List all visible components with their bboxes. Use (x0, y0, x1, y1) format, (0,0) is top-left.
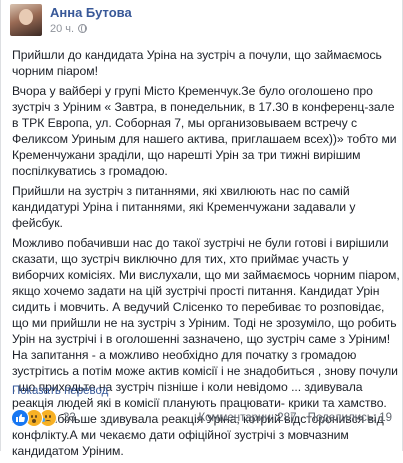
author-name[interactable]: Анна Бутова (50, 5, 132, 21)
avatar[interactable] (10, 4, 42, 36)
shares-count[interactable]: Поделились: 19 (308, 412, 392, 424)
post-paragraph: Вчора у вайбері у групі Місто Кременчук.… (12, 84, 397, 178)
globe-icon (78, 24, 88, 33)
see-translation-link[interactable]: Показать перевод (12, 385, 108, 397)
post-meta: Анна Бутова 20 ч. (50, 5, 132, 36)
post-paragraph: Прийшли на зустріч з питаннями, які хвил… (12, 184, 356, 230)
post-footer: 33 Комментарии: 287 Поделились: 19 (1, 401, 402, 427)
reactions[interactable]: 33 (11, 409, 76, 427)
post-card: Анна Бутова 20 ч. Прийшли до кандидата У… (0, 0, 403, 458)
post-timestamp[interactable]: 20 ч. (50, 22, 74, 36)
timestamp-row: 20 ч. (50, 22, 132, 36)
post-paragraph: Прийшли до кандидата Уріна на зустріч а … (12, 48, 382, 78)
reaction-count[interactable]: 33 (63, 412, 76, 424)
post-header: Анна Бутова 20 ч. (10, 4, 132, 36)
like-icon (11, 409, 29, 427)
comments-count[interactable]: Комментарии: 287 (198, 412, 296, 424)
post-stats: Комментарии: 287 Поделились: 19 (190, 412, 392, 424)
